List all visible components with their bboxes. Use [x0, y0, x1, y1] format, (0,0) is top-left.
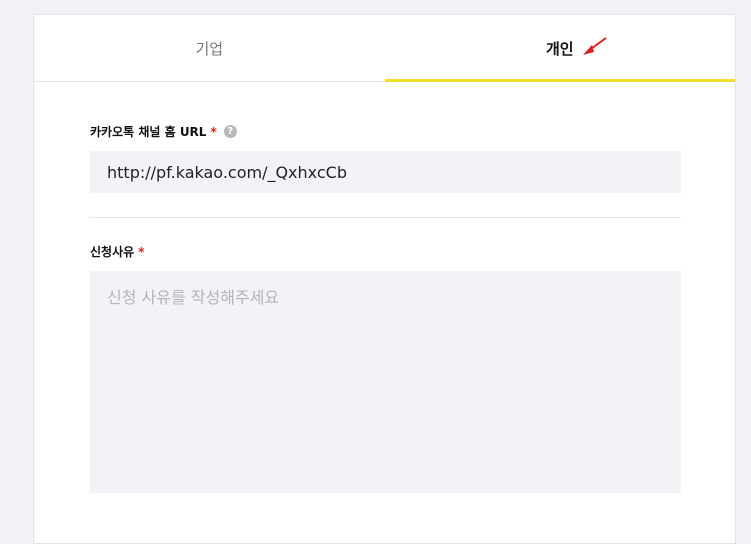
- apply-card: 기업 개인 카카오톡 채널 홈 URL * ? http://pf.kakao.…: [33, 14, 736, 544]
- channel-url-value: http://pf.kakao.com/_QxhxcCb: [107, 162, 347, 182]
- type-tabs: 기업 개인: [34, 15, 735, 82]
- reason-label: 신청사유 *: [90, 243, 144, 260]
- reason-placeholder: 신청 사유를 작성해주세요: [107, 288, 280, 307]
- channel-url-label: 카카오톡 채널 홈 URL * ?: [90, 123, 237, 140]
- channel-url-input[interactable]: http://pf.kakao.com/_QxhxcCb: [90, 151, 681, 193]
- tab-company[interactable]: 기업: [34, 15, 385, 81]
- tab-personal[interactable]: 개인: [384, 15, 736, 82]
- reason-textarea[interactable]: 신청 사유를 작성해주세요: [90, 271, 681, 493]
- required-marker: *: [138, 244, 145, 259]
- required-marker: *: [210, 124, 217, 139]
- tab-company-label: 기업: [195, 39, 224, 58]
- annotation-arrow-icon: [583, 37, 607, 55]
- divider: [90, 217, 681, 218]
- reason-label-text: 신청사유: [90, 245, 135, 259]
- channel-url-label-text: 카카오톡 채널 홈 URL: [90, 125, 207, 139]
- tab-personal-label: 개인: [545, 39, 574, 58]
- help-circle-icon[interactable]: ?: [223, 125, 237, 138]
